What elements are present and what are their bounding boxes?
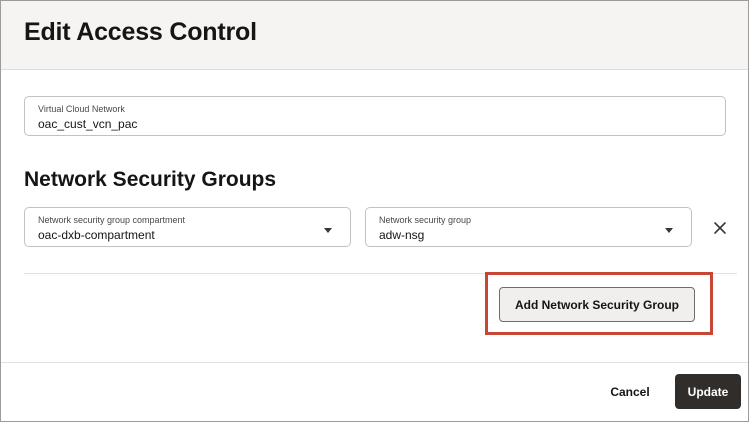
vcn-field-label: Virtual Cloud Network	[38, 104, 125, 114]
dialog-header: Edit Access Control	[1, 1, 748, 70]
nsg-select-value: adw-nsg	[379, 228, 425, 242]
update-button[interactable]: Update	[675, 374, 741, 409]
nsg-compartment-value: oac-dxb-compartment	[38, 228, 155, 242]
nsg-compartment-select[interactable]: Network security group compartment oac-d…	[24, 207, 351, 247]
vcn-field[interactable]: Virtual Cloud Network oac_cust_vcn_pac	[24, 96, 726, 136]
edit-access-control-dialog: Edit Access Control Virtual Cloud Networ…	[0, 0, 749, 422]
chevron-down-icon[interactable]	[665, 228, 673, 233]
nsg-select[interactable]: Network security group adw-nsg	[365, 207, 692, 247]
close-icon[interactable]	[709, 217, 731, 239]
vcn-field-value: oac_cust_vcn_pac	[38, 117, 138, 131]
dialog-title: Edit Access Control	[24, 18, 257, 46]
nsg-select-label: Network security group	[379, 215, 472, 225]
add-nsg-button[interactable]: Add Network Security Group	[499, 287, 695, 322]
nsg-compartment-label: Network security group compartment	[38, 215, 186, 225]
cancel-button[interactable]: Cancel	[595, 375, 665, 409]
remove-nsg-button[interactable]	[709, 217, 731, 239]
nsg-section-title: Network Security Groups	[24, 168, 277, 191]
chevron-down-icon[interactable]	[324, 228, 332, 233]
dialog-footer: Cancel Update	[1, 362, 748, 421]
